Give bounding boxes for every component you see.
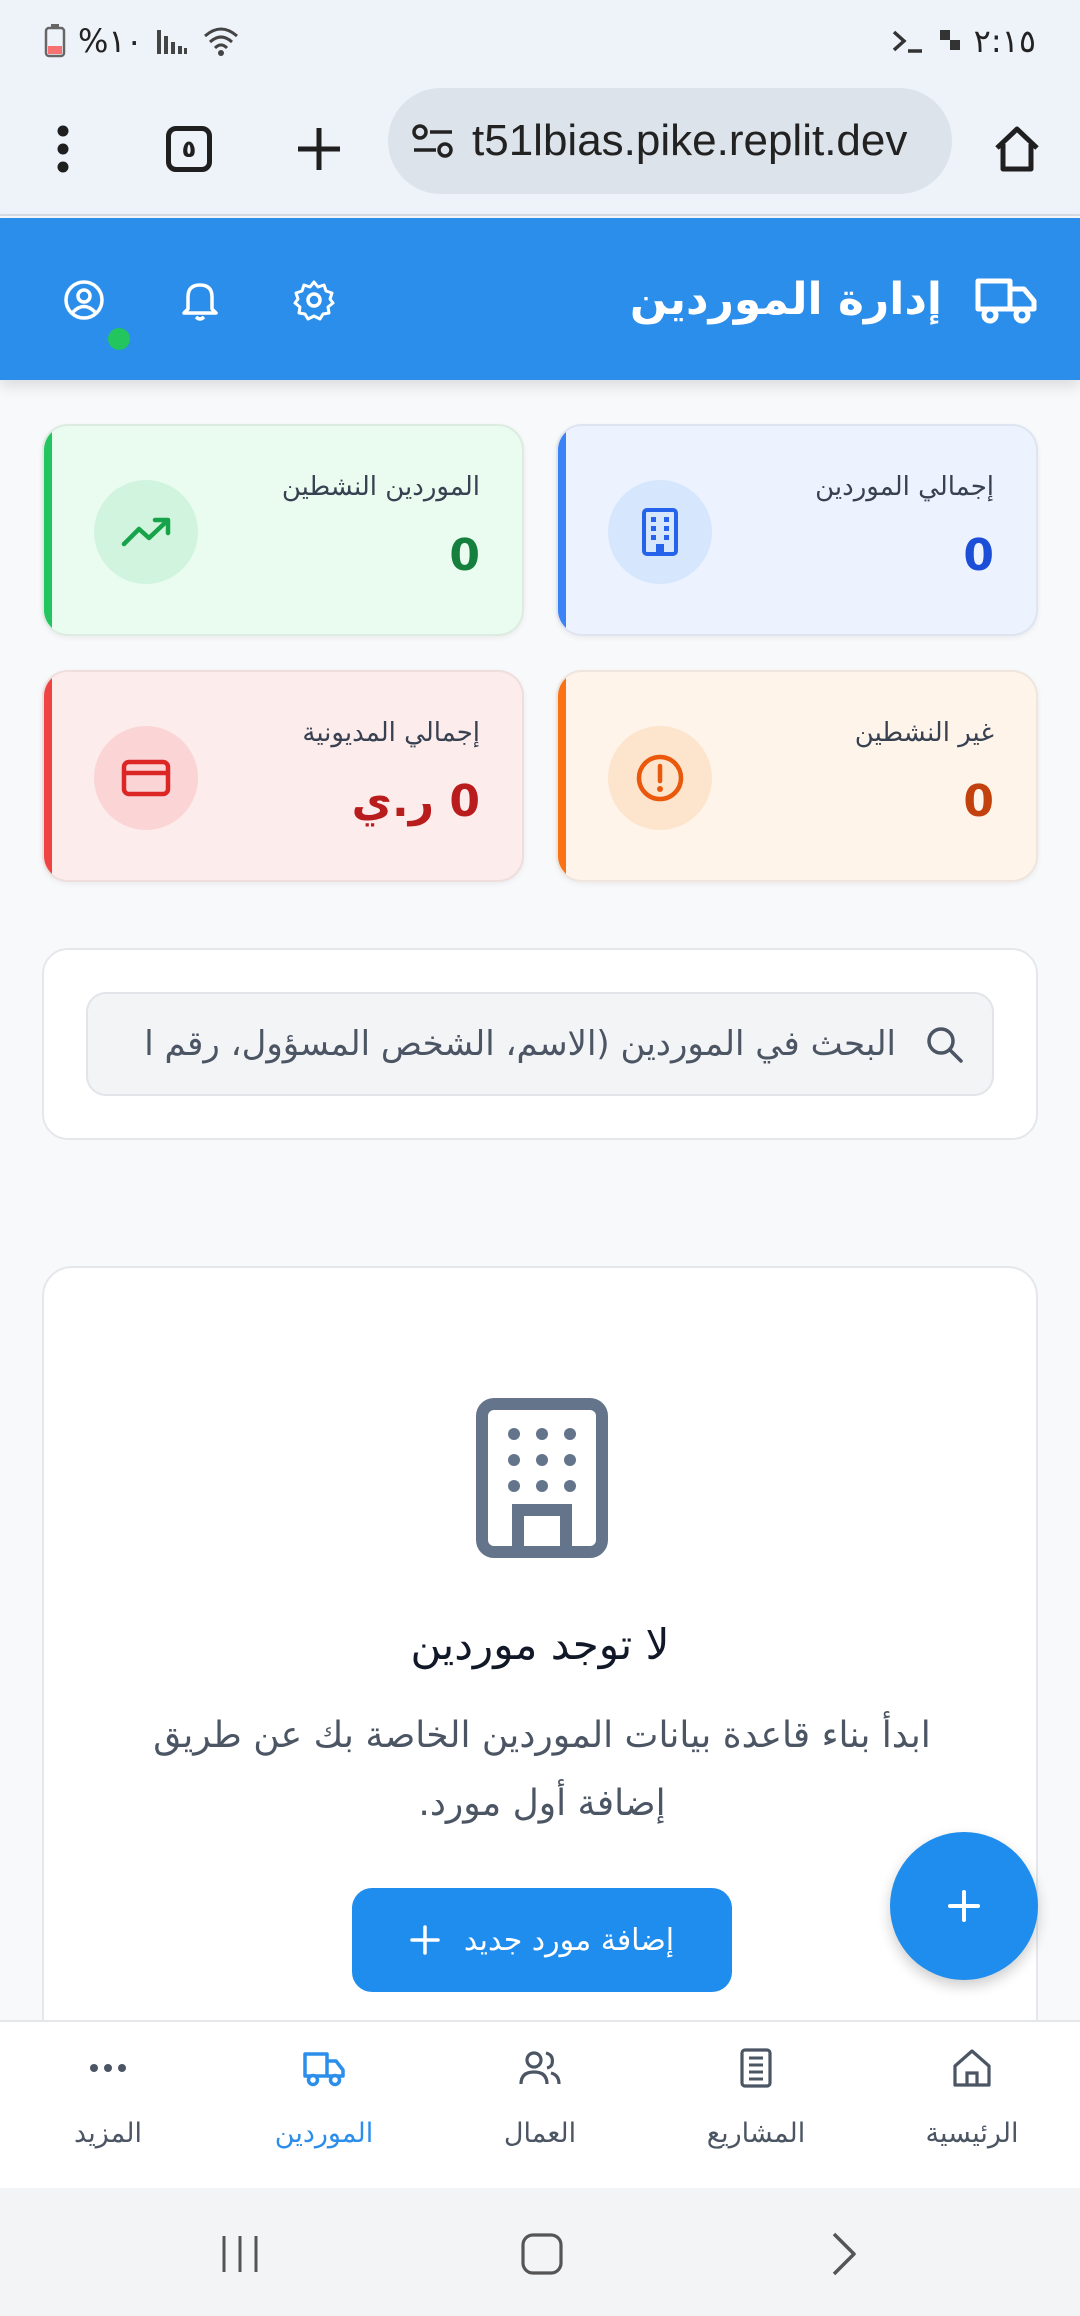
battery-percent: %١٠ (78, 22, 143, 60)
home-button[interactable] (972, 104, 1062, 194)
add-supplier-button[interactable]: إضافة مورد جديد (352, 1888, 732, 1992)
users-icon (519, 2051, 561, 2085)
stat-card-inactive-suppliers: غير النشطين 0 (556, 670, 1038, 882)
nav-label: المشاريع (706, 2118, 806, 2149)
stat-label: إجمالي المديونية (302, 718, 480, 748)
stat-card-total-suppliers: إجمالي الموردين 0 (556, 424, 1038, 636)
more-icon (90, 2064, 126, 2072)
status-time: ٢:١٥ (973, 22, 1036, 60)
home-icon (953, 2049, 991, 2087)
empty-building-icon (476, 1398, 608, 1558)
notifications-button[interactable] (164, 264, 236, 336)
plus-icon (298, 128, 340, 170)
nav-item-suppliers[interactable]: الموردين (216, 2022, 432, 2190)
notification-dot-icon (938, 26, 962, 56)
app-title-group: إدارة الموردين (630, 218, 1038, 380)
status-left-group: %١٠ (44, 22, 241, 60)
empty-state-title: لا توجد موردين (410, 1620, 670, 1669)
url-text: t51lbias.pike.replit.dev (472, 116, 908, 165)
search-card (42, 948, 1038, 1140)
wifi-icon (201, 24, 241, 58)
nav-label: المزيد (74, 2118, 142, 2149)
bottom-nav: المزيد الموردين العمال المشاريع الرئيسية (0, 2020, 1080, 2188)
system-nav-bar (0, 2188, 1080, 2316)
nav-item-workers[interactable]: العمال (432, 2022, 648, 2190)
empty-state-description: ابدأ بناء قاعدة بيانات الموردين الخاصة ب… (153, 1715, 931, 1824)
nav-item-projects[interactable]: المشاريع (648, 2022, 864, 2190)
back-button[interactable] (814, 2224, 874, 2284)
system-home-button[interactable] (512, 2224, 572, 2284)
add-supplier-label: إضافة مورد جديد (463, 1922, 675, 1958)
search-input[interactable] (116, 994, 896, 1094)
nav-label: الموردين (274, 2118, 374, 2149)
plus-icon (948, 1890, 980, 1922)
terminal-icon (890, 26, 926, 56)
credit-card-icon (94, 726, 198, 830)
profile-button[interactable] (48, 264, 120, 336)
settings-button[interactable] (278, 264, 350, 336)
site-settings-icon (412, 124, 453, 158)
nav-item-more[interactable]: المزيد (0, 2022, 216, 2190)
alert-circle-icon (608, 726, 712, 830)
projects-icon (740, 2048, 772, 2088)
stat-label: الموردين النشطين (281, 472, 480, 502)
status-bar: %١٠ ٢:١٥ (0, 0, 1080, 82)
app-header: إدارة الموردين (0, 218, 1080, 380)
page-title: إدارة الموردين (629, 273, 942, 325)
stat-label: غير النشطين (854, 718, 994, 748)
user-circle-icon (64, 280, 104, 320)
browser-menu-button[interactable] (18, 104, 108, 194)
recent-apps-button[interactable] (210, 2224, 270, 2284)
building-icon (608, 480, 712, 584)
chevron-right-icon (832, 2232, 856, 2276)
recent-apps-icon (222, 2236, 258, 2272)
stat-card-total-debt: إجمالي المديونية 0 ر.ي (42, 670, 524, 882)
online-status-dot (108, 328, 130, 350)
stat-card-active-suppliers: الموردين النشطين 0 (42, 424, 524, 636)
truck-logo-icon (975, 278, 1037, 324)
plus-icon (410, 1925, 440, 1955)
system-home-icon (521, 2233, 563, 2275)
search-icon (927, 1027, 963, 1063)
browser-toolbar: ٥ t51lbias.pike.replit.dev (0, 82, 1080, 216)
new-tab-button[interactable] (274, 104, 364, 194)
fab-add-button[interactable] (890, 1832, 1038, 1980)
tab-count: ٥ (166, 126, 212, 172)
nav-label: العمال (503, 2118, 577, 2149)
stat-label: إجمالي الموردين (815, 472, 994, 502)
kebab-menu-icon (57, 125, 69, 173)
stat-value: 0 ر.ي (351, 776, 480, 827)
signal-icon (155, 26, 189, 56)
nav-label: الرئيسية (925, 2118, 1019, 2149)
address-bar[interactable]: t51lbias.pike.replit.dev (388, 88, 952, 194)
battery-icon (44, 24, 66, 58)
search-box (86, 992, 994, 1096)
stat-value: 0 (963, 530, 994, 581)
tab-switcher-button[interactable]: ٥ (144, 104, 234, 194)
stat-value: 0 (963, 776, 994, 827)
browser-home-icon (995, 126, 1039, 172)
gear-icon (293, 280, 335, 321)
truck-icon (303, 2052, 345, 2087)
bell-icon (182, 283, 218, 321)
nav-item-home[interactable]: الرئيسية (864, 2022, 1080, 2190)
status-right-group: ٢:١٥ (890, 22, 1036, 60)
stat-value: 0 (449, 530, 480, 581)
trending-up-icon (94, 480, 198, 584)
